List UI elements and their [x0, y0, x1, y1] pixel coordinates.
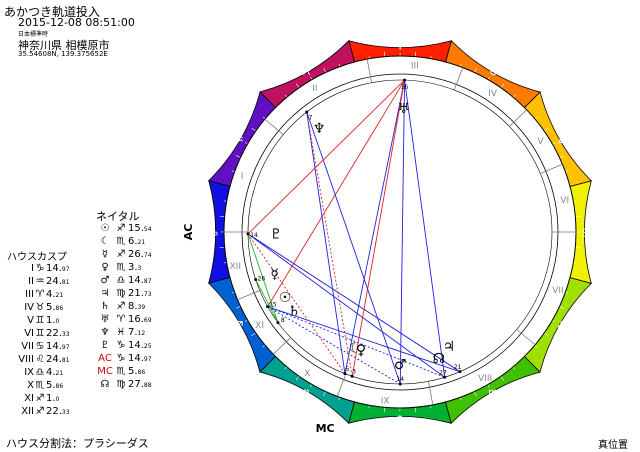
zodiac-sign-glyph: ♓: [301, 64, 313, 79]
house-numeral: X: [304, 369, 310, 379]
zodiac-sign-glyph: ♈: [394, 39, 406, 54]
house-numeral: XII: [230, 262, 241, 272]
house-numeral: I: [241, 172, 244, 182]
zodiac-sign-glyph: ♒: [232, 132, 244, 147]
planet-glyph: ♇: [270, 227, 283, 243]
zodiac-sign-glyph: ♍: [488, 388, 500, 403]
zodiac-sign-glyph: ♎: [394, 413, 406, 428]
ac-label: AC: [182, 224, 195, 241]
planet-degree: 7: [309, 115, 313, 122]
house-numeral: IX: [381, 396, 390, 406]
zodiac-sign-glyph: ♉: [488, 64, 500, 79]
planet-degree: 16: [401, 84, 409, 91]
planet-degree: 6: [345, 366, 349, 373]
horoscope-wheel: ♈♉♊♋♌♍♎♏♐♑♒♓IIIIIIIVVVIVIIVIIIIXXXIXIIAC…: [182, 39, 593, 435]
zodiac-sign-glyph: ♑: [207, 226, 219, 241]
planet-degree: 3: [352, 369, 356, 376]
planet-degree: 14: [250, 232, 258, 239]
planet-glyph: ☊: [433, 351, 445, 367]
planet-glyph: ☿: [270, 266, 279, 282]
planet-degree: 15: [269, 302, 277, 309]
house-numeral: V: [537, 137, 544, 147]
house-numeral: IV: [488, 89, 498, 99]
planet-glyph: ♅: [397, 101, 410, 117]
planet-glyph: ♀: [356, 343, 366, 359]
mc-label: MC: [316, 422, 335, 435]
house-numeral: VIII: [478, 374, 492, 384]
planet-glyph: ♄: [288, 304, 301, 320]
zodiac-sign-glyph: ♏: [301, 388, 313, 403]
zodiac-sign-glyph: ♐: [232, 319, 244, 334]
zodiac-sign-glyph: ♌: [556, 320, 568, 335]
planet-position-dot: [403, 78, 407, 82]
house-numeral: XI: [255, 321, 264, 331]
planet-glyph: ♂: [394, 357, 407, 373]
planet-degree: 26: [258, 276, 266, 283]
planet-degree: 27: [439, 370, 447, 377]
house-numeral: III: [411, 62, 419, 72]
house-numeral: II: [312, 84, 317, 94]
planet-degree: 8: [281, 317, 285, 324]
planet-position-dot: [305, 110, 309, 114]
planet-glyph: ♆: [313, 121, 326, 137]
planet-degree: 14: [396, 376, 404, 383]
planet-position-dot: [246, 232, 250, 236]
zodiac-sign-glyph: ♋: [581, 226, 593, 241]
planet-degree: 21: [454, 364, 462, 371]
house-numeral: VII: [552, 286, 563, 296]
zodiac-sign-glyph: ♊: [556, 133, 568, 148]
planet-position-dot: [276, 321, 280, 325]
house-numeral: VI: [560, 196, 569, 206]
